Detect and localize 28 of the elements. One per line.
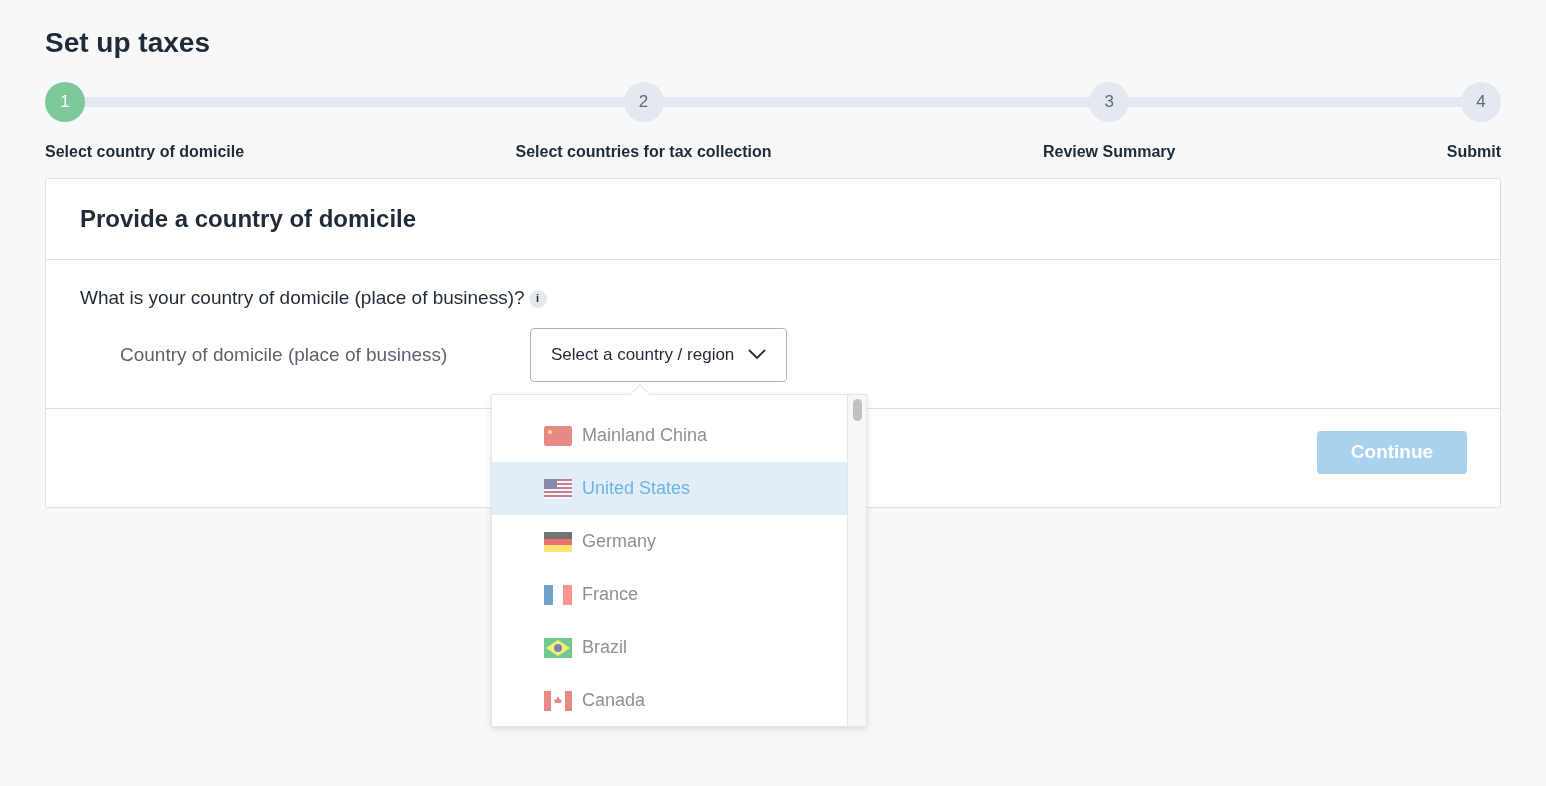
scrollbar-thumb[interactable] [853,399,862,422]
step-label: Select countries for tax collection [515,141,772,162]
star-flag-icon [544,425,572,446]
page-title: Set up taxes [45,26,211,60]
country-option[interactable]: France [492,568,847,622]
step-circle[interactable]: 4 [1461,81,1501,122]
tricolor-flag-icon [544,531,572,552]
striped-flag-icon [544,478,572,499]
question-text: What is your country of domicile (place of business)? [80,286,525,308]
country-option[interactable]: Mainland China [492,409,847,463]
step-circle[interactable]: 3 [1089,81,1130,122]
step-label: Review Summary [1042,141,1176,162]
country-select[interactable]: Select a country / region [530,328,788,382]
country-option[interactable]: Brazil [492,621,847,675]
info-icon[interactable]: i [528,289,547,308]
step-circle[interactable]: 2 [623,81,664,122]
leaf-flag-icon [544,690,572,711]
card-title: Provide a country of domicile [46,178,1500,260]
diamond-flag-icon [544,637,572,658]
country-option[interactable]: United States [492,462,847,516]
country-option[interactable]: Germany [492,515,847,569]
chevron-down-icon [748,349,767,361]
step-label: Select country of domicile [45,141,245,162]
tricolor-flag-icon [544,584,572,605]
country-option[interactable]: Canada [492,674,847,728]
field-label: Country of domicile (place of business) [119,342,449,367]
step-circle[interactable]: 1 [45,81,85,122]
step-label: Submit [1446,141,1501,162]
